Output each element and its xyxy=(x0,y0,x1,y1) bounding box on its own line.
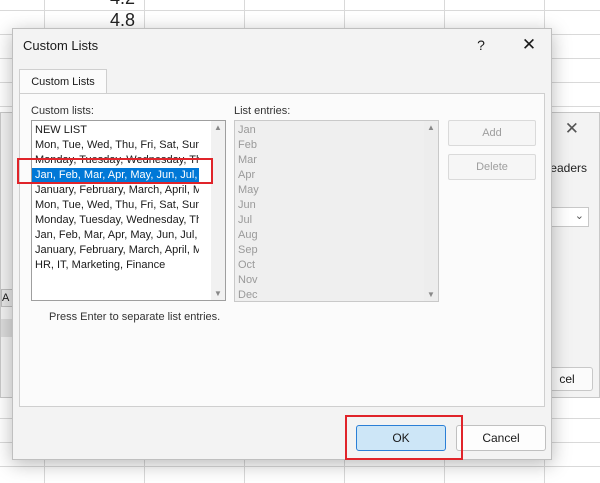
scrollbar: ▲ ▼ xyxy=(424,121,438,301)
list-item[interactable]: January, February, March, April, M xyxy=(32,183,199,198)
list-item[interactable]: Monday, Tuesday, Wednesday, Thu xyxy=(32,213,199,228)
list-entry: Jul xyxy=(238,214,253,226)
list-item[interactable]: Mon, Tue, Wed, Thu, Fri, Sat, Sun xyxy=(32,138,199,153)
custom-lists-listbox[interactable]: NEW LIST Mon, Tue, Wed, Thu, Fri, Sat, Su… xyxy=(31,120,226,301)
scroll-up-icon: ▲ xyxy=(427,123,435,132)
list-entries-label: List entries: xyxy=(234,105,291,117)
highlight-box-ok xyxy=(345,415,463,460)
list-entry: Dec xyxy=(238,289,258,301)
close-icon[interactable]: ✕ xyxy=(515,33,543,57)
list-entries-box[interactable]: Jan Feb Mar Apr May Jun Jul Aug Sep Oct Nov Dec ▲ ▼ xyxy=(234,120,439,302)
list-entry: Oct xyxy=(238,259,256,271)
list-item[interactable]: Jan, Feb, Mar, Apr, May, Jun, Jul, Au xyxy=(32,228,199,243)
list-entry: Nov xyxy=(238,274,258,286)
tab-custom-lists[interactable]: Custom Lists xyxy=(19,69,107,94)
cancel-button[interactable]: Cancel xyxy=(456,425,546,451)
list-entry: Aug xyxy=(238,229,258,241)
list-entry: May xyxy=(238,184,259,196)
list-entry: Sep xyxy=(238,244,258,256)
list-item[interactable]: HR, IT, Marketing, Finance xyxy=(32,258,199,273)
scroll-down-icon[interactable]: ▼ xyxy=(211,289,225,298)
list-item[interactable]: Mon, Tue, Wed, Thu, Fri, Sat, Sun xyxy=(32,198,199,213)
help-icon[interactable]: ? xyxy=(467,33,495,57)
custom-lists-dialog: Custom Lists ? ✕ Custom Lists Custom lis… xyxy=(12,28,552,460)
list-entry: Jan xyxy=(238,124,256,136)
dialog-title: Custom Lists xyxy=(23,38,99,53)
scroll-down-icon: ▼ xyxy=(427,290,435,299)
list-entry: Jun xyxy=(238,199,256,211)
highlight-box-selected-list xyxy=(17,158,213,184)
list-item[interactable]: NEW LIST xyxy=(32,123,199,138)
list-entry: Apr xyxy=(238,169,256,181)
scroll-up-icon[interactable]: ▲ xyxy=(211,123,225,132)
list-item[interactable]: January, February, March, April, M xyxy=(32,243,199,258)
delete-button[interactable]: Delete xyxy=(448,154,536,180)
hint-text: Press Enter to separate list entries. xyxy=(49,311,221,323)
custom-lists-label: Custom lists: xyxy=(31,105,94,117)
chevron-down-icon: ⌄ xyxy=(574,210,584,222)
close-icon[interactable]: ✕ xyxy=(565,119,579,139)
list-entry: Mar xyxy=(238,154,257,166)
list-entry: Feb xyxy=(238,139,257,151)
cell-value: 4.2 xyxy=(110,0,135,9)
headers-text: eaders xyxy=(550,161,587,175)
add-button[interactable]: Add xyxy=(448,120,536,146)
scrollbar[interactable]: ▲ ▼ xyxy=(211,121,225,300)
